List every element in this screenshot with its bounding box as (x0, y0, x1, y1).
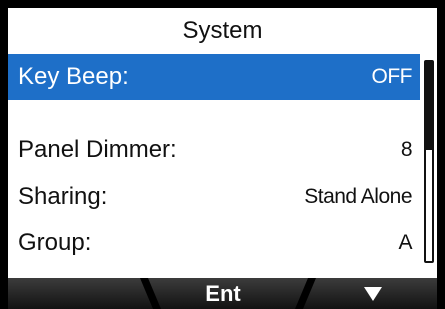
page-title: System (182, 17, 263, 44)
device-display: System Key Beep: OFF Panel Dimmer: 8 Sha… (0, 0, 445, 309)
menu-item-sharing[interactable]: Sharing: Stand Alone (8, 174, 420, 220)
softkey-bar: Ent (8, 278, 437, 309)
scrollbar-thumb[interactable] (426, 62, 432, 150)
menu-screen: System Key Beep: OFF Panel Dimmer: 8 Sha… (8, 8, 437, 309)
menu-item-panel-dimmer[interactable]: Panel Dimmer: 8 (8, 127, 420, 173)
menu-item-label: Sharing: (18, 183, 108, 210)
softkey-enter[interactable]: Ent (148, 278, 298, 309)
down-arrow-icon (363, 286, 382, 301)
softkey-down[interactable] (308, 278, 437, 309)
softkey-left[interactable] (8, 278, 148, 309)
scrollbar[interactable] (424, 60, 434, 263)
menu-item-value: Stand Alone (304, 185, 412, 208)
menu-item-key-beep[interactable]: Key Beep: OFF (8, 54, 420, 100)
menu-item-group[interactable]: Group: A (8, 220, 420, 266)
menu-item-label: Key Beep: (18, 63, 129, 90)
menu-item-label: Panel Dimmer: (18, 136, 177, 163)
menu-item-value: 8 (400, 138, 413, 161)
menu-item-label: Group: (18, 229, 92, 256)
menu-item-value: OFF (371, 65, 413, 88)
menu-item-value: A (398, 231, 412, 254)
